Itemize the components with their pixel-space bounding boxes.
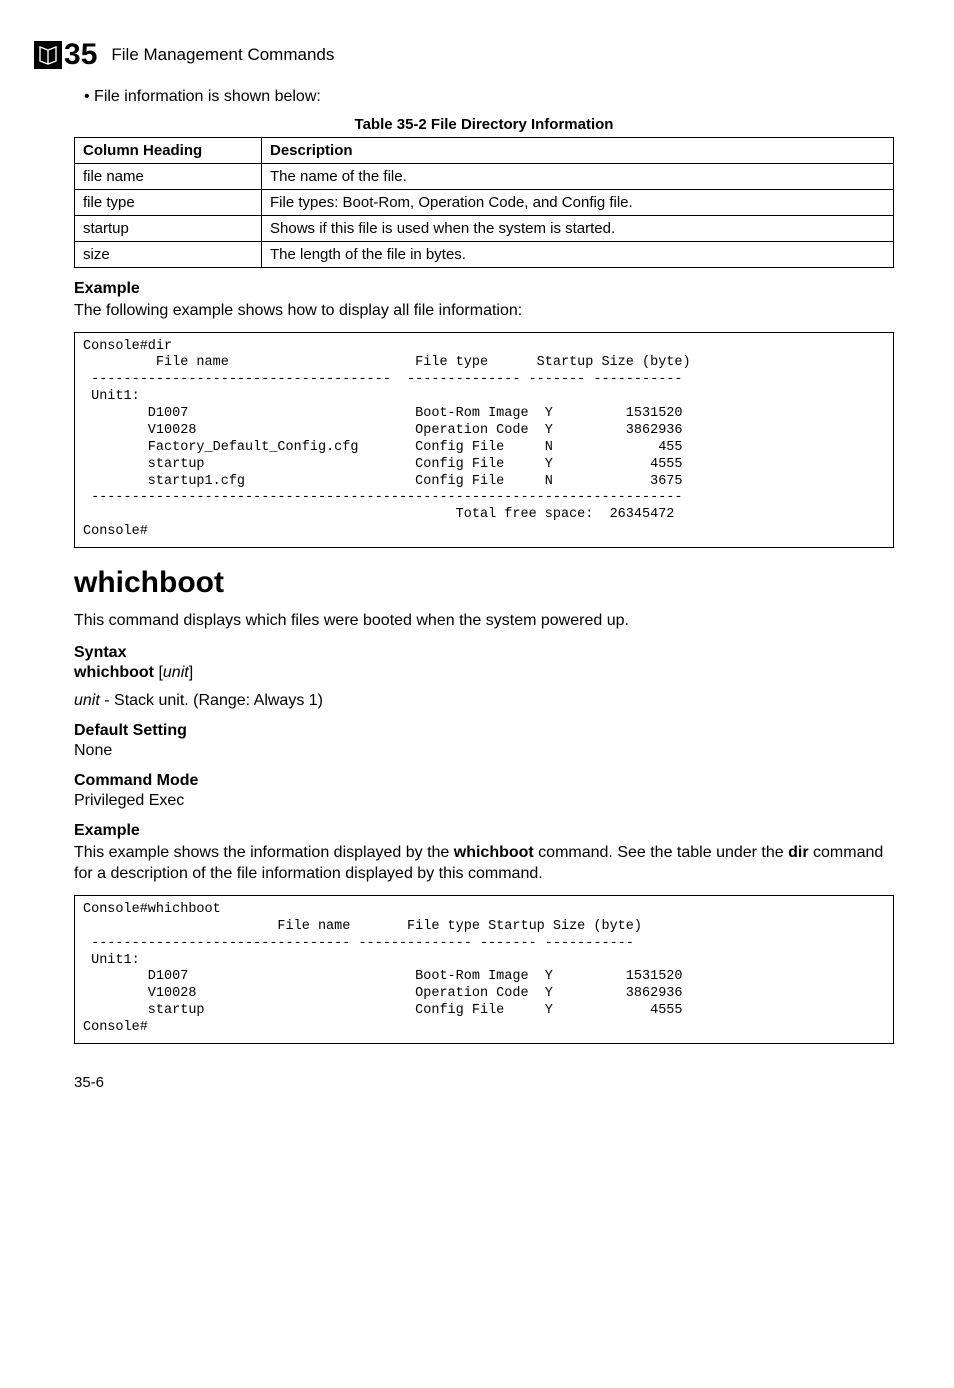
bullet-list: File information is shown below: [84,88,894,106]
table-row: startup Shows if this file is used when … [75,216,894,242]
unit-label: unit [74,692,100,709]
console-output-dir: Console#dir File name File type Startup … [74,332,894,549]
syntax-line: whichboot [unit] [74,664,894,682]
table-header-column: Column Heading [75,138,262,164]
table-cell: startup [75,216,262,242]
table-row: size The length of the file in bytes. [75,242,894,268]
example-heading: Example [74,280,894,298]
table-cell: file type [75,190,262,216]
command-mode-heading: Command Mode [74,772,894,790]
example-intro: The following example shows how to displ… [74,300,894,322]
chapter-number-box [34,41,62,69]
syntax-arg: unit [163,664,189,681]
command-title: whichboot [74,566,894,600]
example2-intro-part2: command. See the table under the [534,844,788,861]
default-setting-value: None [74,742,894,760]
file-directory-table: Column Heading Description file name The… [74,137,894,268]
table-row: file type File types: Boot-Rom, Operatio… [75,190,894,216]
table-caption: Table 35-2 File Directory Information [74,116,894,133]
syntax-heading: Syntax [74,644,894,662]
chapter-title: File Management Commands [111,45,334,65]
syntax-unit-line: unit - Stack unit. (Range: Always 1) [74,692,894,710]
book-icon [38,45,58,65]
table-cell: file name [75,164,262,190]
page-footer: 35-6 [74,1074,894,1091]
example2-intro-bold1: whichboot [454,844,534,861]
example2-intro: This example shows the information displ… [74,842,894,885]
example2-intro-part1: This example shows the information displ… [74,844,454,861]
table-cell: File types: Boot-Rom, Operation Code, an… [262,190,894,216]
console-output-whichboot: Console#whichboot File name File type St… [74,895,894,1044]
table-cell: The name of the file. [262,164,894,190]
bullet-item: File information is shown below: [84,88,894,106]
example2-heading: Example [74,822,894,840]
table-cell: size [75,242,262,268]
table-cell: Shows if this file is used when the syst… [262,216,894,242]
table-cell: The length of the file in bytes. [262,242,894,268]
chapter-number-3: 3 [64,40,81,70]
table-row: file name The name of the file. [75,164,894,190]
command-description: This command displays which files were b… [74,610,894,632]
syntax-command: whichboot [74,664,154,681]
chapter-number-5: 5 [81,40,98,70]
command-mode-value: Privileged Exec [74,792,894,810]
chapter-header: 3 5 File Management Commands [34,40,894,70]
unit-desc: - Stack unit. (Range: Always 1) [100,692,323,709]
table-header-description: Description [262,138,894,164]
default-setting-heading: Default Setting [74,722,894,740]
example2-intro-bold2: dir [788,844,808,861]
syntax-bracket-close: ] [189,664,193,681]
